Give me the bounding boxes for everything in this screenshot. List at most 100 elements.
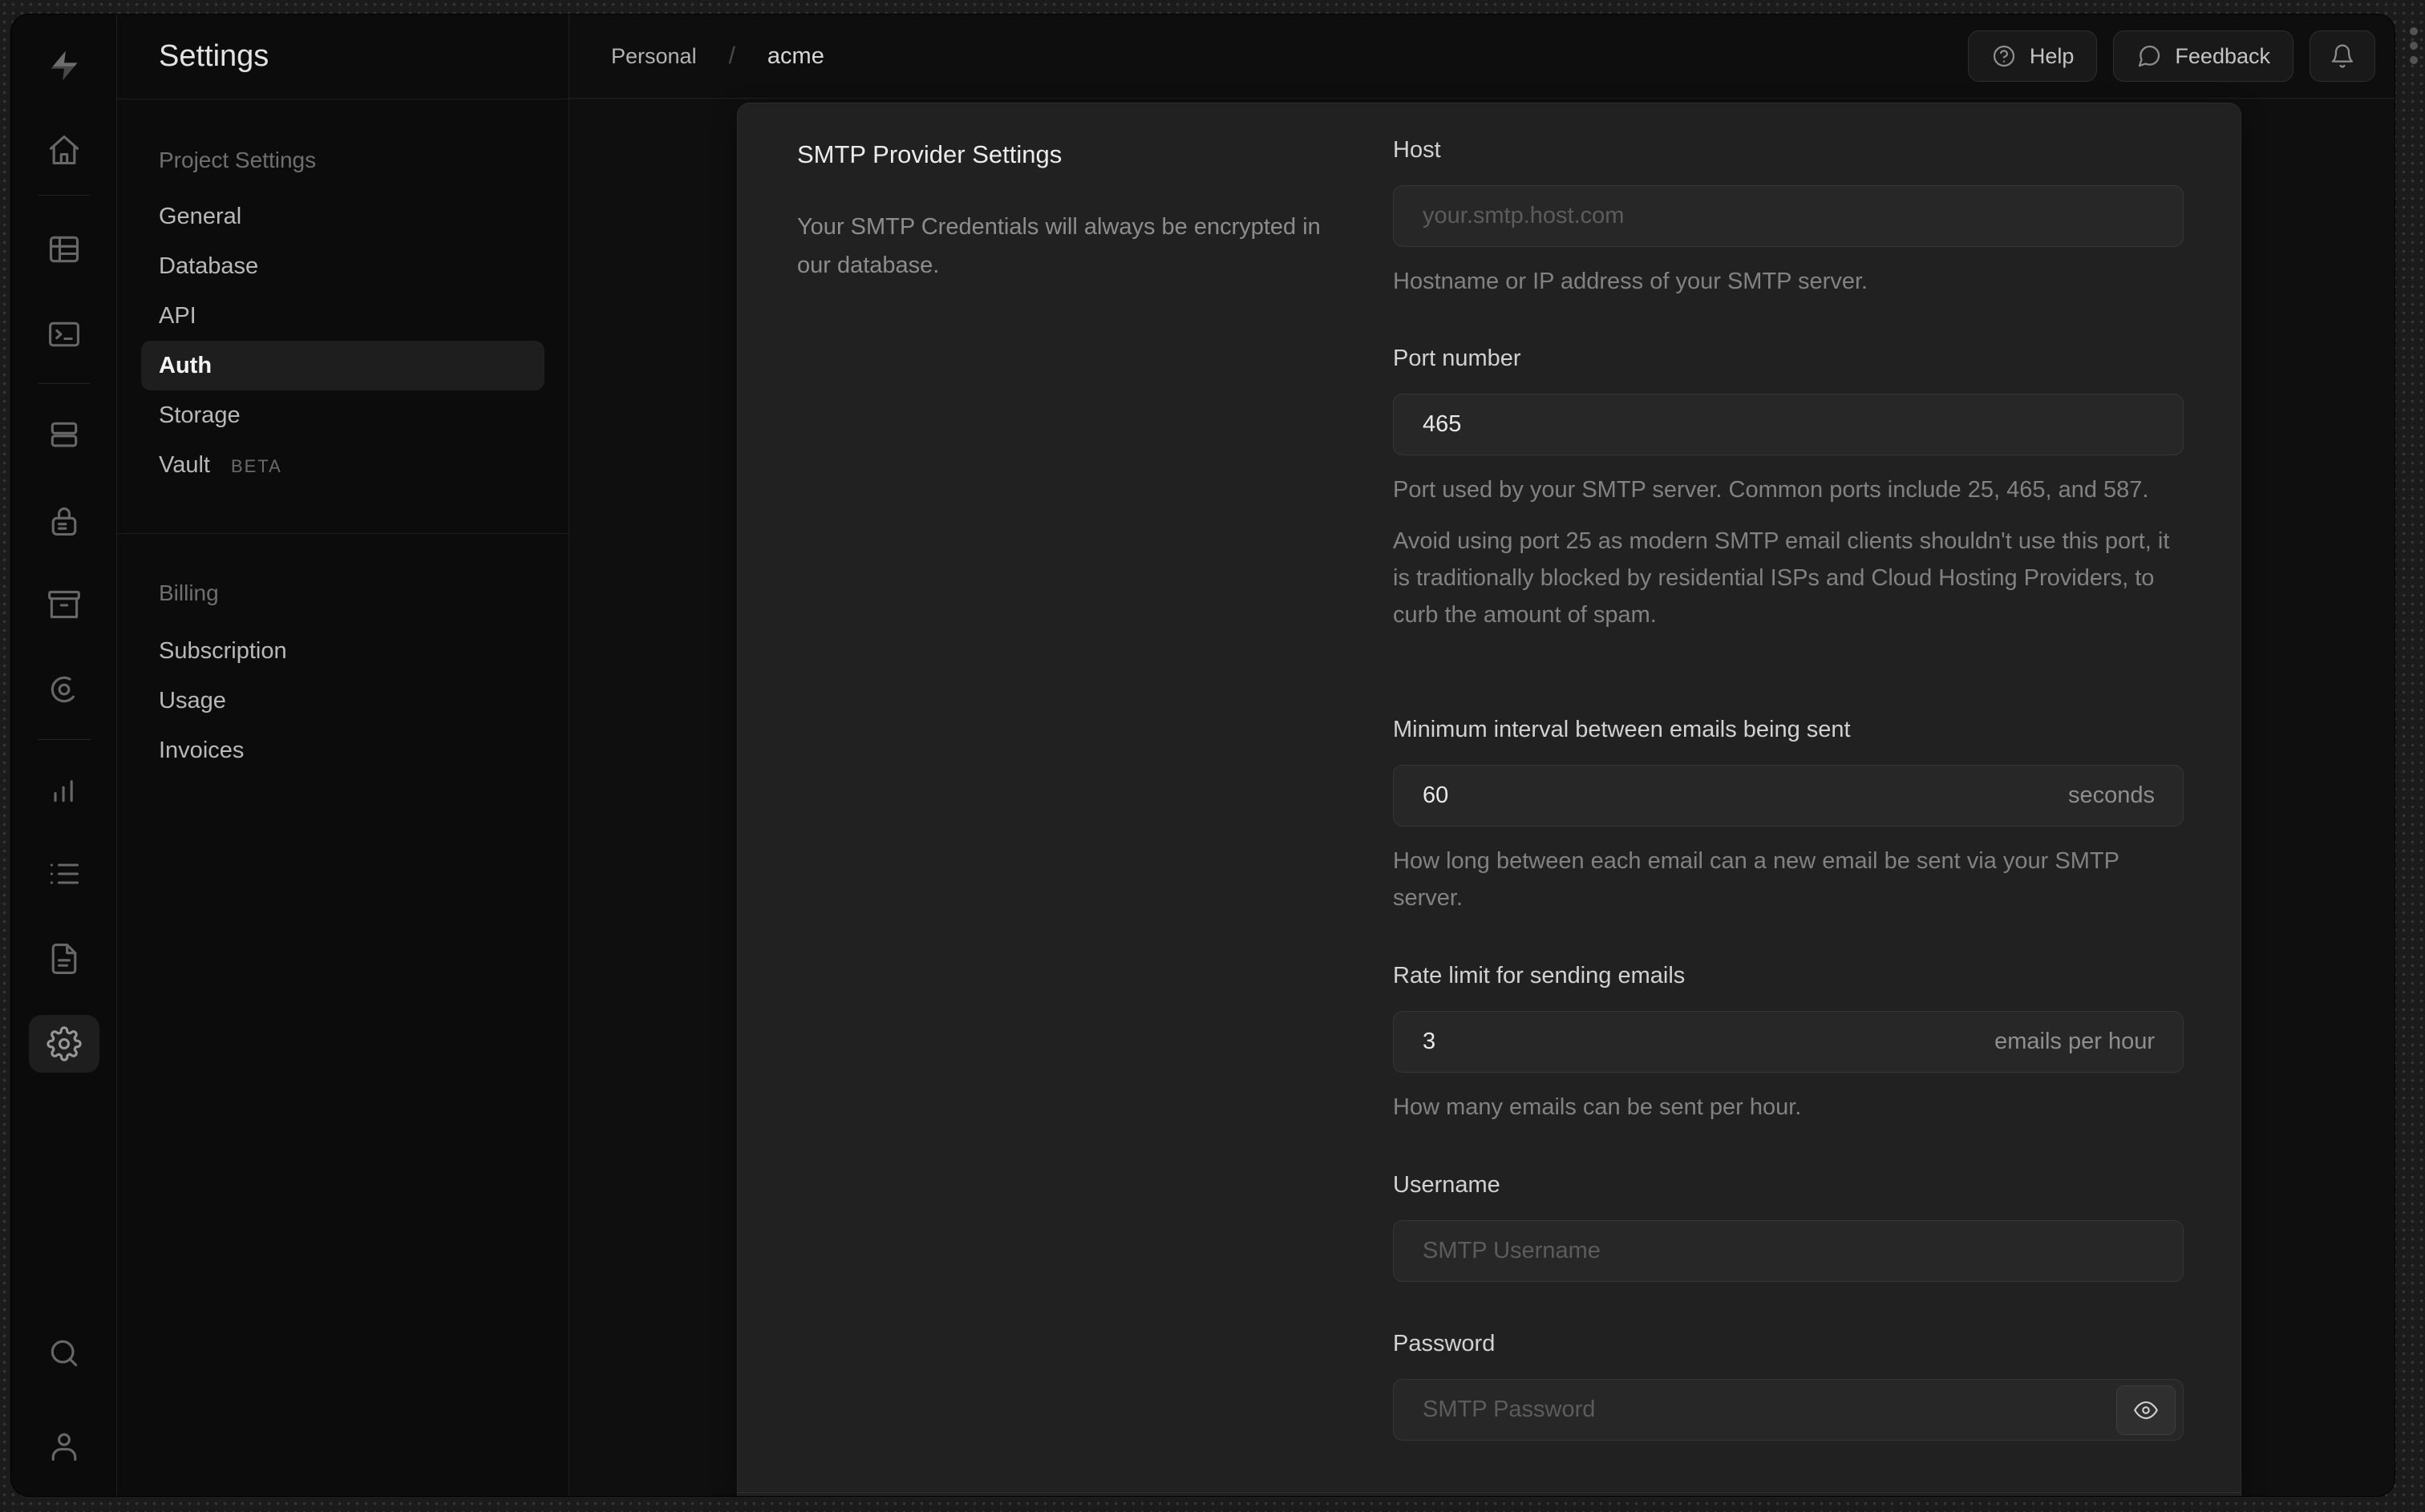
nav-api-docs-button[interactable] [29, 930, 99, 988]
field-username: Username [1393, 1169, 2184, 1282]
home-icon [49, 135, 79, 165]
rate-limit-input[interactable] [1393, 1011, 2184, 1073]
nav-reports-button[interactable] [29, 760, 99, 818]
bell-icon [2331, 44, 2354, 68]
logs-icon [50, 863, 79, 884]
nav-logs-button[interactable] [29, 845, 99, 903]
header-actions: Help Feedback [1967, 30, 2375, 82]
sidebar-item-storage[interactable]: Storage [141, 390, 545, 440]
feedback-bubble-icon [2139, 45, 2160, 67]
rail-divider [37, 739, 91, 740]
search-icon [51, 1340, 77, 1367]
feedback-button[interactable]: Feedback [2113, 30, 2293, 82]
storage-icon [47, 590, 80, 619]
lock-icon [51, 507, 76, 536]
port-note: Avoid using port 25 as modern SMTP email… [1393, 528, 2170, 628]
sidebar-item-auth[interactable]: Auth [141, 341, 545, 390]
breadcrumb-org[interactable]: Personal [611, 44, 697, 69]
section-label-billing: Billing [159, 580, 219, 605]
sidebar-item-vault[interactable]: Vault BETA [141, 440, 545, 490]
min-interval-helper: How long between each email can a new em… [1393, 848, 2119, 911]
username-label: Username [1393, 1172, 1500, 1198]
sidebar-divider [117, 533, 569, 534]
sidebar-item-api[interactable]: API [141, 291, 545, 341]
min-interval-input[interactable] [1393, 765, 2184, 827]
breadcrumb-project[interactable]: acme [767, 43, 824, 70]
main-header: Personal / acme Help Feedback [569, 14, 2395, 99]
field-password: Password [1393, 1328, 2184, 1441]
rate-limit-helper: How many emails can be sent per hour. [1393, 1094, 1802, 1120]
port-helper: Port used by your SMTP server. Common po… [1393, 477, 2149, 503]
rail-divider [37, 383, 91, 384]
sidebar-item-usage[interactable]: Usage [141, 676, 545, 726]
host-input-wrap [1393, 185, 2184, 247]
nav-database-button[interactable] [29, 406, 99, 463]
database-icon [51, 422, 77, 447]
api-docs-icon [51, 944, 76, 974]
field-port: Port number Port used by your SMTP serve… [1393, 342, 2184, 633]
card-intro: SMTP Provider Settings Your SMTP Credent… [797, 140, 1358, 285]
min-interval-input-wrap: seconds [1393, 765, 2184, 827]
notifications-button[interactable] [2310, 30, 2375, 82]
nav-home-button[interactable] [29, 121, 99, 179]
rail-divider [37, 195, 91, 196]
supabase-bolt-icon [51, 51, 77, 81]
nav-storage-button[interactable] [29, 576, 99, 633]
password-label: Password [1393, 1331, 1496, 1356]
username-input-wrap [1393, 1220, 2184, 1282]
toggle-password-visibility-button[interactable] [2116, 1385, 2176, 1435]
port-input-wrap [1393, 394, 2184, 455]
window-scrollbar-dots[interactable] [2410, 27, 2418, 64]
reports-icon [53, 780, 73, 802]
card-title: SMTP Provider Settings [797, 140, 1063, 168]
nav-settings-button[interactable] [28, 1015, 99, 1073]
nav-sql-editor-button[interactable] [29, 305, 99, 363]
desktop: { "rail": { "items": [ {"icon": "home-ic… [0, 0, 2425, 1512]
sidebar-item-general[interactable]: General [141, 192, 545, 241]
card-footer-divider [738, 1492, 2241, 1493]
host-label: Host [1393, 137, 1441, 163]
rail-search-button[interactable] [29, 1324, 99, 1382]
table-editor-icon [49, 236, 79, 263]
min-interval-label: Minimum interval between emails being se… [1393, 717, 1851, 742]
sidebar-item-database[interactable]: Database [141, 241, 545, 291]
content-area: SMTP Provider Settings Your SMTP Credent… [569, 99, 2395, 1496]
nav-realtime-button[interactable] [29, 661, 99, 718]
settings-gear-icon [46, 1026, 82, 1061]
rail-user-button[interactable] [29, 1417, 99, 1475]
supabase-logo[interactable] [29, 37, 99, 95]
field-host: Host Hostname or IP address of your SMTP… [1393, 134, 2184, 300]
sidebar-title: Settings [117, 14, 569, 99]
breadcrumb-separator: / [728, 42, 735, 69]
username-input[interactable] [1393, 1220, 2184, 1282]
host-helper: Hostname or IP address of your SMTP serv… [1393, 269, 1868, 294]
user-icon [51, 1433, 76, 1461]
smtp-settings-card: SMTP Provider Settings Your SMTP Credent… [737, 103, 2241, 1496]
help-circle-icon [1993, 45, 2015, 67]
scroll-dot [2410, 27, 2418, 35]
eye-icon [2134, 1401, 2158, 1420]
nav-auth-button[interactable] [29, 492, 99, 550]
field-min-interval: Minimum interval between emails being se… [1393, 714, 2184, 916]
password-input-wrap [1393, 1379, 2184, 1441]
settings-sidebar: Settings Project Settings General Databa… [117, 14, 569, 1496]
scroll-dot [2410, 56, 2418, 64]
host-input[interactable] [1393, 185, 2184, 247]
rate-limit-label: Rate limit for sending emails [1393, 963, 1686, 988]
activity-rail [11, 14, 117, 1496]
sql-editor-icon [48, 321, 79, 347]
port-input[interactable] [1393, 394, 2184, 455]
scroll-dot [2410, 42, 2418, 50]
main-area: Personal / acme Help Feedback SMTP Provi… [569, 14, 2395, 1496]
card-description: Your SMTP Credentials will always be enc… [797, 214, 1321, 278]
app-window: Settings Project Settings General Databa… [11, 14, 2395, 1496]
sidebar-item-invoices[interactable]: Invoices [141, 726, 545, 775]
password-input[interactable] [1393, 1379, 2184, 1441]
nav-table-editor-button[interactable] [29, 220, 99, 278]
sidebar-item-subscription[interactable]: Subscription [141, 626, 545, 676]
realtime-icon [51, 676, 77, 703]
field-rate-limit: Rate limit for sending emails emails per… [1393, 960, 2184, 1126]
beta-badge: BETA [230, 456, 282, 476]
section-label-project-settings: Project Settings [159, 148, 317, 172]
help-button[interactable]: Help [1967, 30, 2098, 82]
